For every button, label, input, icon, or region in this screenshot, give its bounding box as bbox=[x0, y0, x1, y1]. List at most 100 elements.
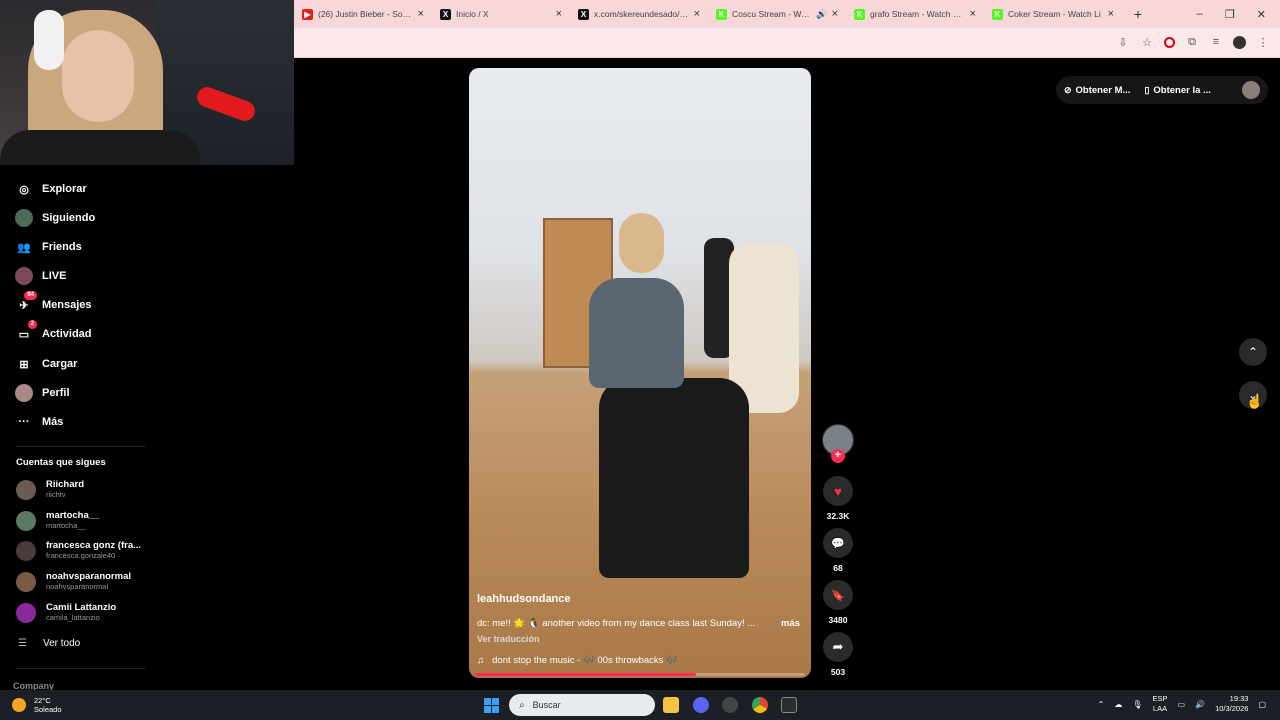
like-count: 32.3K bbox=[826, 511, 850, 521]
compass-icon: ◎ bbox=[15, 180, 33, 198]
discord-icon[interactable] bbox=[693, 697, 709, 713]
browser-tab[interactable]: ▶ (26) Justin Bieber - Somet × bbox=[294, 0, 432, 28]
notification-badge: 2 bbox=[27, 320, 37, 329]
tab-title: Inicio / X bbox=[456, 9, 489, 19]
browser-tab[interactable]: Kgrafo Stream - Watch Live × bbox=[846, 0, 984, 28]
media-controls-icon[interactable]: ≡ bbox=[1209, 35, 1223, 49]
sidebar-item-label: Explorar bbox=[42, 183, 87, 195]
windows-start-icon[interactable] bbox=[484, 698, 499, 713]
browser-tab[interactable]: X Inicio / X × bbox=[432, 0, 570, 28]
account-name: francesca gonz (fra... bbox=[46, 540, 142, 551]
notification-badge: 84 bbox=[24, 291, 37, 300]
video-player[interactable]: leahhudsondance dc: me!! 🌟 🐧 another vid… bbox=[469, 68, 811, 678]
tab-close-icon[interactable]: × bbox=[418, 8, 424, 20]
video-progress-bar[interactable] bbox=[475, 673, 805, 676]
share-icon[interactable]: ➦ bbox=[823, 632, 853, 662]
tab-favicon-icon: K bbox=[992, 8, 1003, 20]
browser-tab[interactable]: K Coker Stream - Watch Li × bbox=[984, 0, 1122, 28]
tab-close-icon[interactable]: × bbox=[556, 8, 562, 20]
tab-close-icon[interactable]: × bbox=[970, 8, 976, 20]
toolbar-icons: ⇩ ☆ ⧉ ≡ ⋮ bbox=[1116, 35, 1270, 49]
video-more-button[interactable]: más bbox=[781, 618, 800, 629]
close-window-button[interactable]: ✕ bbox=[1257, 8, 1266, 21]
hand-cursor-icon: ☝ bbox=[1246, 393, 1264, 409]
list-icon: ☰ bbox=[18, 638, 27, 649]
opera-extension-icon[interactable] bbox=[1164, 36, 1175, 48]
sidebar-item-label: Cargar bbox=[42, 358, 78, 370]
get-app-button-2[interactable]: ▯ Obtener la ... bbox=[1144, 85, 1211, 96]
user-avatar[interactable] bbox=[1242, 81, 1260, 99]
following-account[interactable]: noahvsparanormal noahvsparanormal bbox=[16, 572, 131, 592]
clock-date: 10/3/2026 bbox=[1215, 704, 1249, 713]
install-app-icon[interactable]: ⇩ bbox=[1116, 35, 1130, 49]
new-tab-button[interactable]: + bbox=[1128, 6, 1148, 22]
language-indicator[interactable]: ESP LAA bbox=[1153, 694, 1168, 714]
chrome-icon[interactable] bbox=[752, 697, 768, 713]
tab-favicon-icon: X bbox=[440, 8, 451, 20]
like-icon[interactable]: ♥ bbox=[823, 476, 853, 506]
sidebar-item-siguiendo[interactable]: Siguiendo bbox=[15, 207, 95, 229]
profile-avatar-icon bbox=[15, 384, 33, 402]
see-translation-link[interactable]: Ver traducción bbox=[477, 634, 540, 644]
video-username[interactable]: leahhudsondance bbox=[477, 593, 571, 605]
monitor-icon[interactable]: ▭ bbox=[1178, 700, 1186, 709]
taskbar-search[interactable]: ⌕ Buscar bbox=[509, 694, 655, 716]
friends-icon-glyph: 👥 bbox=[17, 241, 31, 254]
following-account[interactable]: martocha__ martocha__ bbox=[16, 511, 99, 531]
file-explorer-icon[interactable] bbox=[663, 697, 679, 713]
avatar bbox=[16, 480, 36, 500]
sidebar-item-explorar[interactable]: ◎ Explorar bbox=[15, 178, 87, 200]
browser-tab[interactable]: Xx.com/skereundesado/sta × bbox=[570, 0, 708, 28]
clock[interactable]: 19:33 10/3/2026 bbox=[1215, 694, 1248, 714]
sidebar-item-ms[interactable]: ··· Más bbox=[15, 411, 64, 433]
tab-close-icon[interactable]: × bbox=[694, 8, 700, 20]
bookmark-count: 3480 bbox=[828, 615, 848, 625]
weather-widget[interactable]: 22°C Soleado bbox=[12, 696, 62, 714]
minimize-button[interactable]: – bbox=[1197, 8, 1203, 21]
tab-close-icon[interactable]: × bbox=[1108, 8, 1114, 20]
network-app-icon[interactable]: ☁ bbox=[1114, 700, 1122, 709]
sidebar-item-label: Actividad bbox=[42, 328, 92, 340]
video-dancer-body bbox=[589, 278, 684, 388]
maximize-button[interactable]: ❐ bbox=[1225, 8, 1235, 21]
window-controls: – ❐ ✕ bbox=[1197, 8, 1280, 21]
sidebar-item-label: Friends bbox=[42, 241, 82, 253]
sidebar-item-cargar[interactable]: ⊞ Cargar bbox=[15, 353, 77, 375]
see-all-button[interactable]: ☰ Ver todo bbox=[18, 638, 80, 649]
bookmark-star-icon[interactable]: ☆ bbox=[1140, 35, 1154, 49]
steam-icon[interactable] bbox=[722, 697, 738, 713]
browser-menu-icon[interactable]: ⋮ bbox=[1256, 35, 1270, 49]
sidebar-item-live[interactable]: LIVE bbox=[15, 265, 66, 287]
tab-close-icon[interactable]: × bbox=[832, 8, 838, 20]
windows-taskbar: 22°C Soleado ⌕ Buscar ⌃ ☁ 🎙 ESP LAA ▭ 🔊 bbox=[0, 690, 1280, 720]
microphone-icon[interactable]: 🎙 bbox=[1132, 700, 1142, 709]
following-account[interactable]: francesca gonz (fra... francesca.gonzale4… bbox=[16, 541, 141, 561]
video-music[interactable]: ♫ dont stop the music - 🎶 00s throwbacks… bbox=[477, 655, 678, 666]
bookmark-icon[interactable]: 🔖 bbox=[823, 580, 853, 610]
comment-icon[interactable]: 💬 bbox=[823, 528, 853, 558]
following-avatar-icon bbox=[15, 209, 33, 227]
video-dancer-head bbox=[619, 213, 664, 273]
follow-plus-icon[interactable]: + bbox=[831, 449, 845, 463]
sidebar-item-actividad[interactable]: ▭ 2 Actividad bbox=[15, 320, 92, 345]
friends-icon: 👥 bbox=[15, 238, 33, 256]
sidebar-item-perfil[interactable]: Perfil bbox=[15, 382, 70, 404]
following-account[interactable]: Riichard riichtv bbox=[16, 480, 84, 500]
browser-tab-bar: ▶ (26) Justin Bieber - Somet × X Inicio / X ×… bbox=[294, 0, 1280, 28]
sidebar-item-mensajes[interactable]: ✈ 84 Mensajes bbox=[15, 291, 92, 316]
tray-overflow-icon[interactable]: ⌃ bbox=[1098, 700, 1105, 709]
following-account[interactable]: Camii Lattanzio camila_lattanzio bbox=[16, 603, 116, 623]
get-app-button-1[interactable]: ⊘ Obtener M... bbox=[1064, 85, 1130, 96]
notifications-icon[interactable]: ▢ bbox=[1258, 700, 1266, 709]
sidebar-item-friends[interactable]: 👥 Friends bbox=[15, 236, 82, 258]
previous-video-button[interactable]: ⌃ bbox=[1239, 338, 1267, 366]
browser-profile-avatar[interactable] bbox=[1233, 35, 1246, 49]
tab-audio-icon[interactable]: 🔊 bbox=[816, 9, 827, 20]
browser-tab[interactable]: K Coscu Stream - Watch 🔊 × bbox=[708, 0, 846, 28]
sidebar-divider bbox=[16, 446, 146, 447]
extensions-puzzle-icon[interactable]: ⧉ bbox=[1185, 35, 1199, 49]
header-actions: ⊘ Obtener M... ▯ Obtener la ... bbox=[1056, 76, 1268, 104]
messages-icon-glyph: ✈ bbox=[19, 299, 29, 312]
app-icon[interactable] bbox=[781, 697, 797, 713]
volume-icon[interactable]: 🔊 bbox=[1195, 700, 1205, 709]
